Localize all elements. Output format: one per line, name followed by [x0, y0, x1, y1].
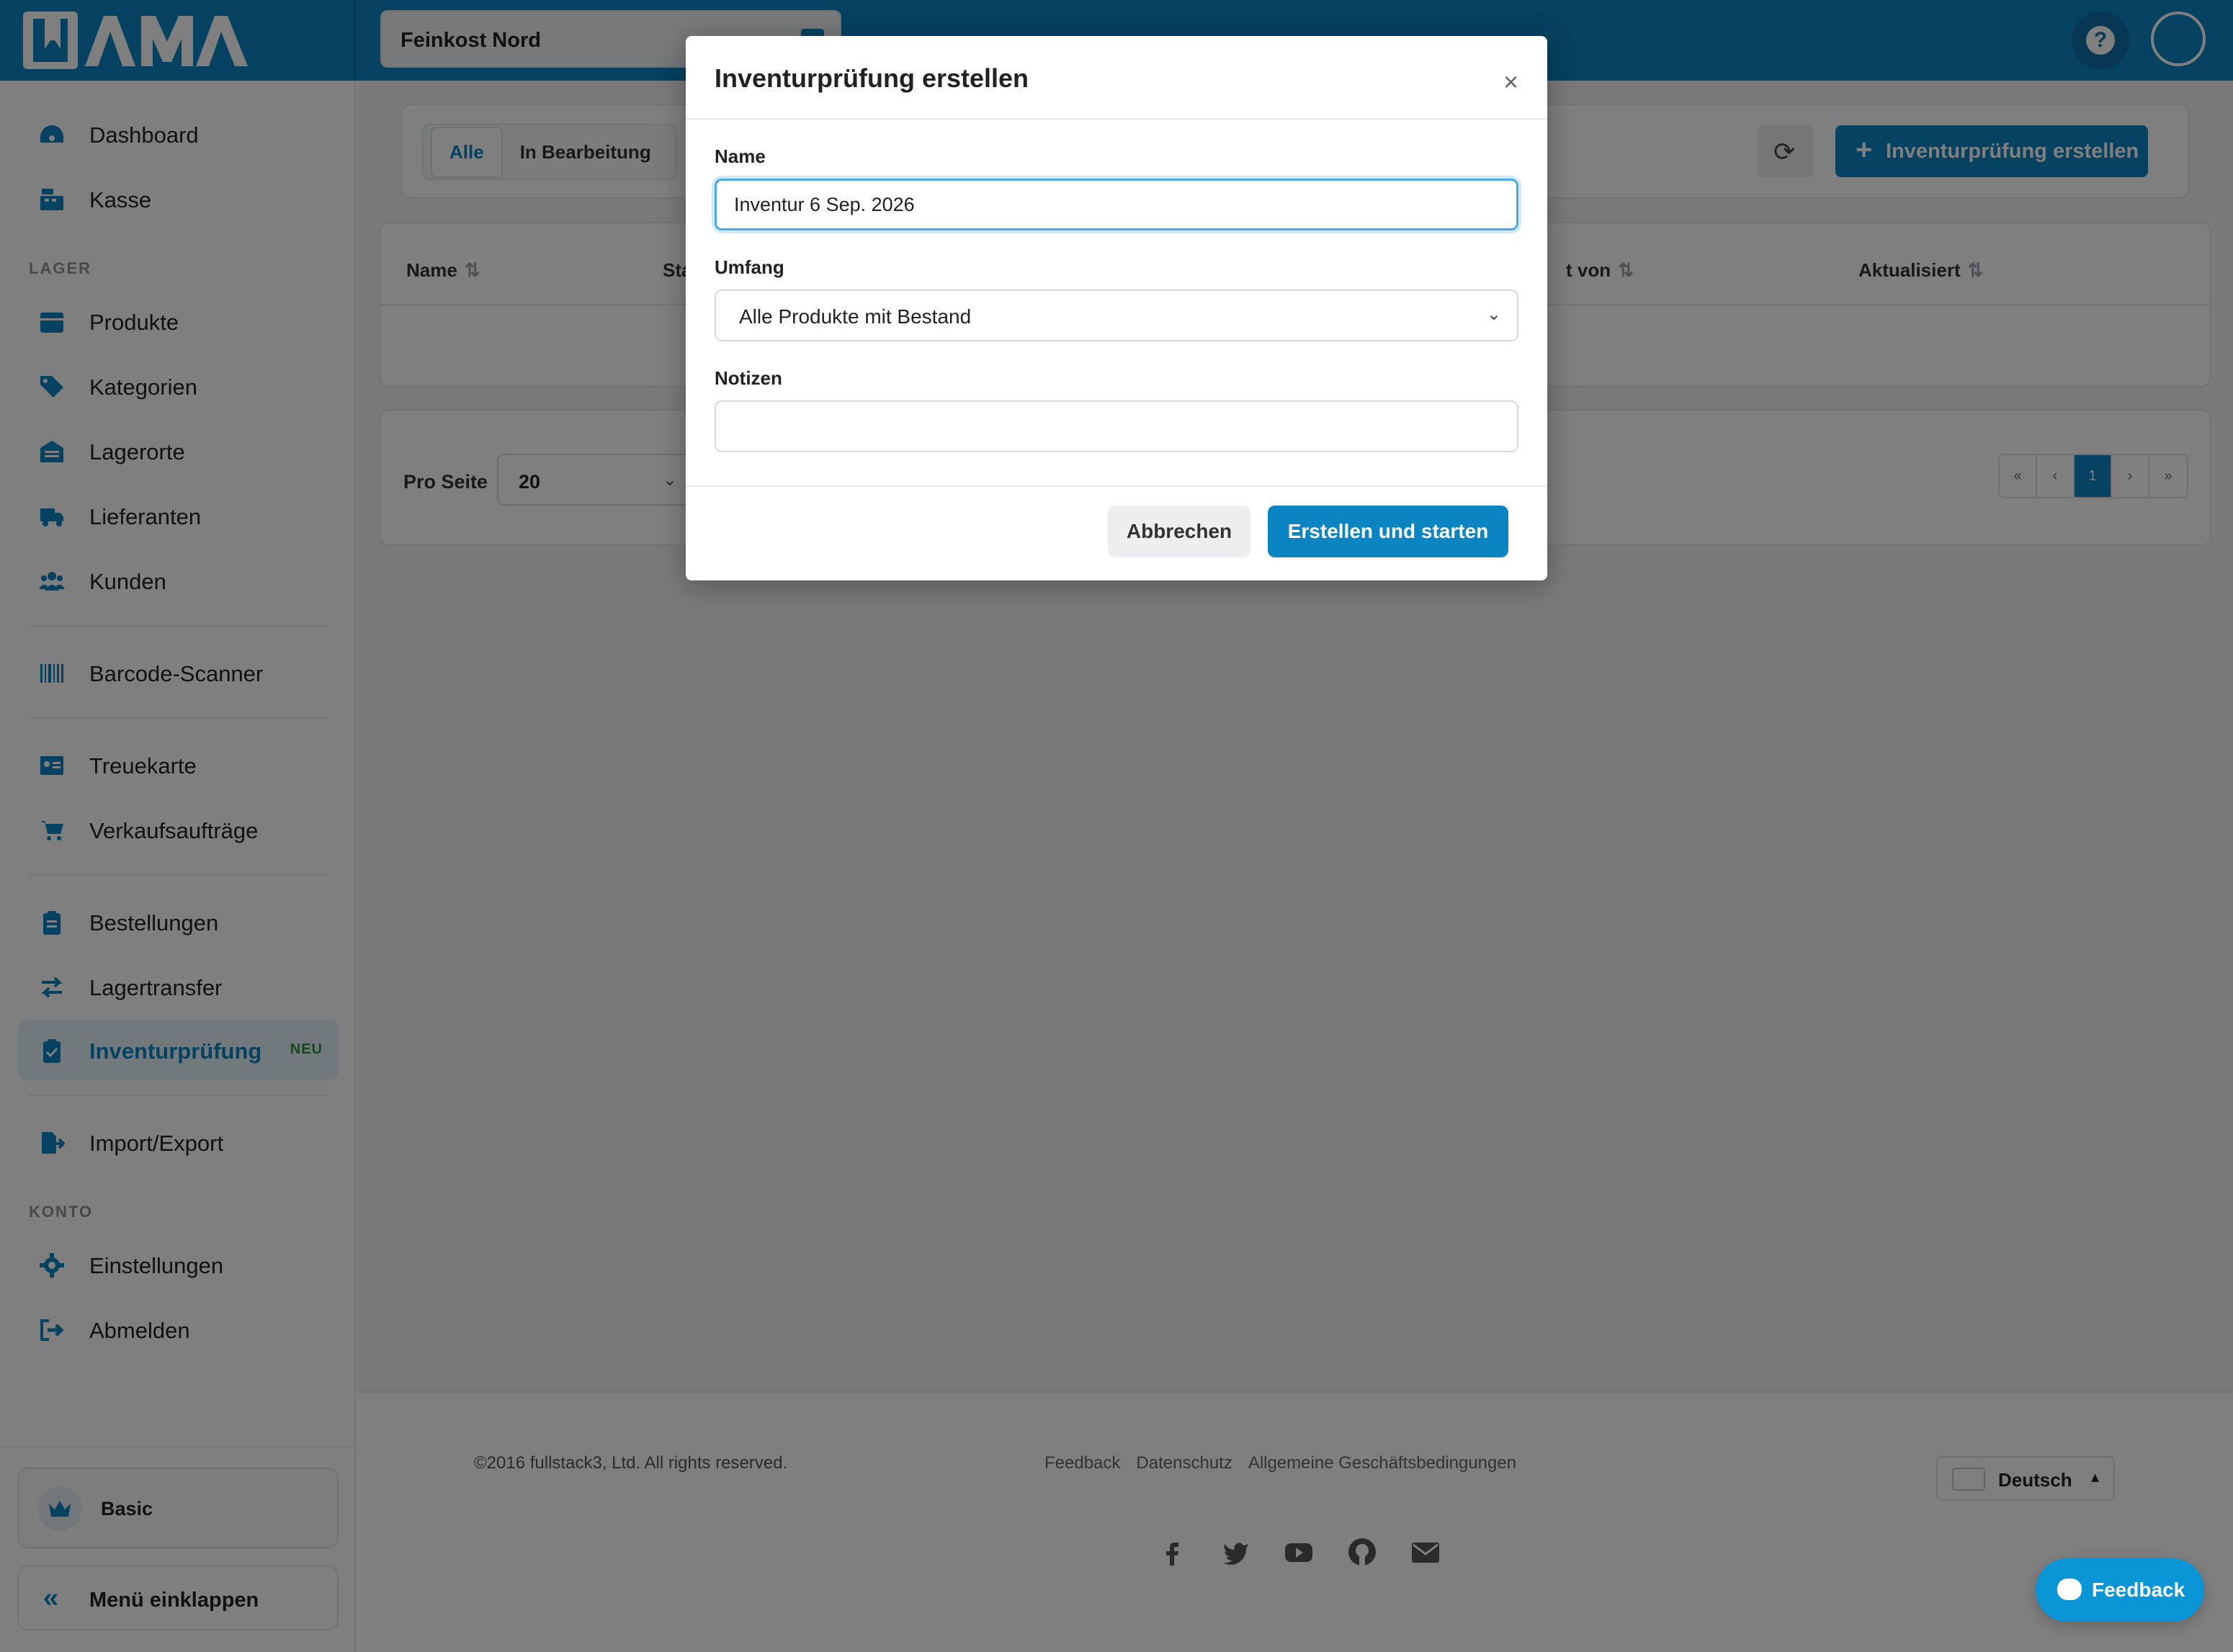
name-input[interactable]	[715, 179, 1518, 230]
cancel-label: Abbrechen	[1126, 520, 1232, 542]
create-and-start-label: Erstellen und starten	[1287, 520, 1489, 542]
name-label: Name	[715, 145, 766, 167]
notes-label: Notizen	[715, 367, 782, 389]
feedback-button[interactable]: Feedback	[2036, 1558, 2204, 1622]
create-and-start-button[interactable]: Erstellen und starten	[1268, 506, 1508, 557]
close-icon[interactable]: ×	[1503, 69, 1518, 95]
scope-value: Alle Produkte mit Bestand	[739, 305, 972, 328]
divider	[686, 485, 1547, 487]
notes-textarea[interactable]	[715, 400, 1518, 452]
chat-icon	[2057, 1579, 2082, 1600]
create-inventory-dialog: Inventurprüfung erstellen × Name Umfang …	[686, 36, 1547, 580]
cancel-button[interactable]: Abbrechen	[1108, 506, 1250, 557]
scope-select[interactable]: Alle Produkte mit Bestand ⌄	[715, 289, 1518, 341]
scope-label: Umfang	[715, 256, 784, 278]
dialog-title: Inventurprüfung erstellen	[715, 63, 1029, 93]
feedback-label: Feedback	[2092, 1579, 2185, 1601]
divider	[686, 118, 1547, 120]
chevron-down-icon: ⌄	[1486, 305, 1501, 324]
